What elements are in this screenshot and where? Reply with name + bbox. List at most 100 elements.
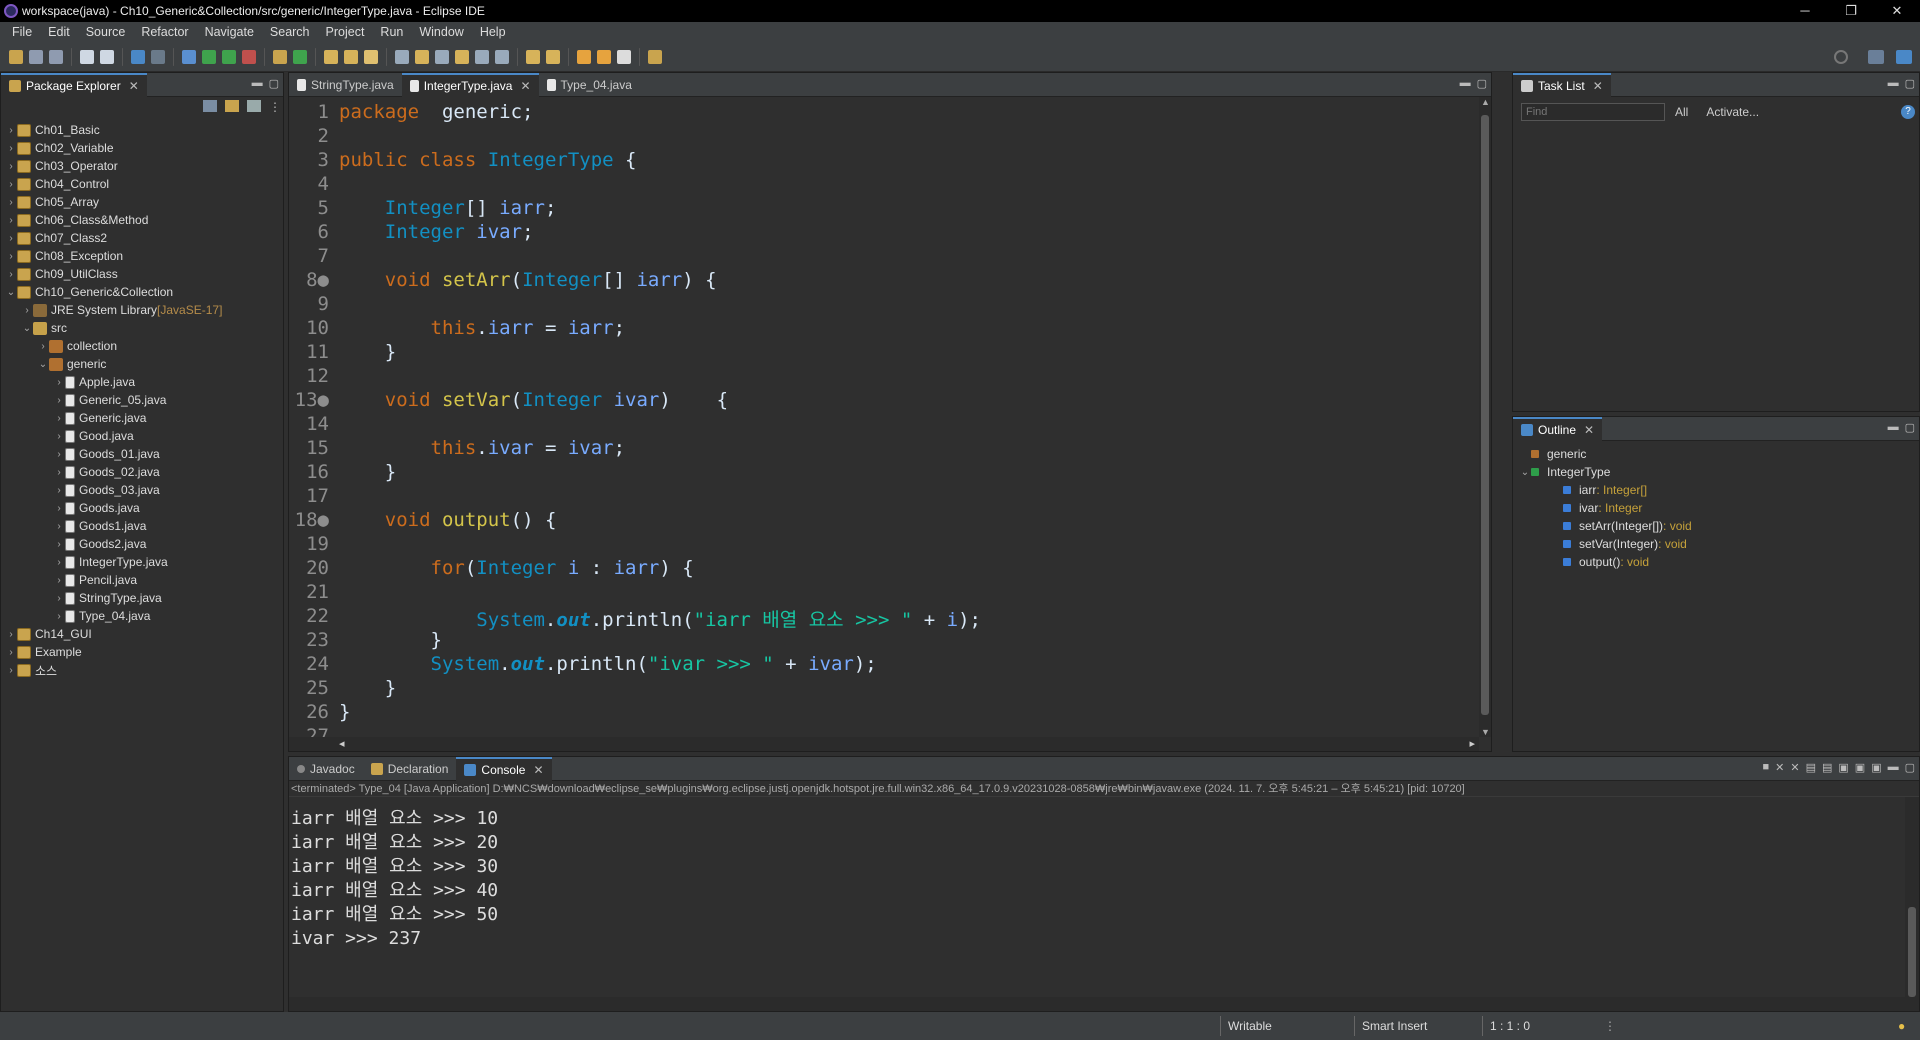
status-cursor-position[interactable]: 1 : 1 : 0 xyxy=(1490,1019,1530,1033)
expand-arrow-icon[interactable]: › xyxy=(53,557,65,568)
expand-arrow-icon[interactable]: › xyxy=(37,341,49,352)
tree-item[interactable]: › 소스 xyxy=(1,661,283,679)
task-activate-link[interactable]: Activate... xyxy=(1706,105,1759,119)
menu-help[interactable]: Help xyxy=(472,25,514,39)
open-type-icon[interactable] xyxy=(324,49,338,64)
outline-item[interactable]: output() : void xyxy=(1513,553,1919,571)
code-line[interactable]: void setVar(Integer ivar) { xyxy=(339,389,728,411)
maximize-view-icon[interactable]: ▢ xyxy=(1477,77,1487,90)
save-icon[interactable] xyxy=(29,49,43,64)
expand-arrow-icon[interactable]: › xyxy=(5,143,17,154)
tree-item[interactable]: › Ch04_Control xyxy=(1,175,283,193)
code-line[interactable]: this.iarr = iarr; xyxy=(339,317,626,339)
expand-arrow-icon[interactable]: › xyxy=(5,269,17,280)
expand-arrow-icon[interactable]: › xyxy=(5,251,17,262)
tab-declaration[interactable]: Declaration xyxy=(363,757,457,781)
run-icon[interactable] xyxy=(202,49,216,64)
status-insert-mode[interactable]: Smart Insert xyxy=(1362,1019,1427,1033)
maximize-view-icon[interactable]: ▢ xyxy=(269,77,279,90)
minimize-view-icon[interactable]: ▬ xyxy=(1460,77,1471,90)
tree-item[interactable]: › Ch06_Class&Method xyxy=(1,211,283,229)
scroll-right-icon[interactable]: ▸ xyxy=(1469,737,1475,750)
tree-item[interactable]: › Goods_01.java xyxy=(1,445,283,463)
search-icon[interactable] xyxy=(1834,50,1848,64)
word-wrap-icon[interactable]: ▤ xyxy=(1822,761,1832,774)
highlight-icon[interactable] xyxy=(415,49,429,64)
editor-horizontal-scrollbar[interactable]: ◂ ▸ xyxy=(289,737,1479,751)
tree-item[interactable]: › Goods.java xyxy=(1,499,283,517)
tree-item[interactable]: › collection xyxy=(1,337,283,355)
minimize-view-icon[interactable]: ▬ xyxy=(252,77,263,90)
tab-package-explorer[interactable]: Package Explorer ✕ xyxy=(1,72,147,97)
coverage-icon[interactable] xyxy=(222,49,236,64)
menu-run[interactable]: Run xyxy=(372,25,411,39)
menu-project[interactable]: Project xyxy=(318,25,373,39)
undo-icon[interactable] xyxy=(80,49,94,64)
scroll-thumb[interactable] xyxy=(1908,907,1916,997)
expand-arrow-icon[interactable]: › xyxy=(53,575,65,586)
expand-arrow-icon[interactable]: › xyxy=(53,449,65,460)
close-icon[interactable]: ✕ xyxy=(1584,423,1594,437)
close-icon[interactable]: ✕ xyxy=(533,763,543,777)
scroll-left-icon[interactable]: ◂ xyxy=(339,737,345,750)
tree-item[interactable]: › JRE System Library [JavaSE-17] xyxy=(1,301,283,319)
menu-refactor[interactable]: Refactor xyxy=(133,25,196,39)
tree-item[interactable]: › Apple.java xyxy=(1,373,283,391)
skip-breakpoints-icon[interactable] xyxy=(151,49,165,64)
tree-item[interactable]: › Ch01_Basic xyxy=(1,121,283,139)
close-icon[interactable]: ✕ xyxy=(129,79,139,93)
console-vertical-scrollbar[interactable] xyxy=(1905,797,1919,997)
collapse-all-icon[interactable] xyxy=(203,100,217,112)
code-editor[interactable]: 1 package generic; 2 3 public class IntegerT… xyxy=(289,97,1479,737)
terminate-icon[interactable]: ■ xyxy=(1762,761,1769,774)
code-line[interactable]: package generic; xyxy=(339,101,533,123)
outline-item[interactable]: ⌄ IntegerType xyxy=(1513,463,1919,481)
minimize-view-icon[interactable]: ▬ xyxy=(1888,761,1899,774)
code-line[interactable]: Integer ivar; xyxy=(339,221,534,243)
tree-item[interactable]: › Ch03_Operator xyxy=(1,157,283,175)
expand-arrow-icon[interactable]: › xyxy=(53,539,65,550)
tree-item[interactable]: › Ch05_Array xyxy=(1,193,283,211)
tree-item[interactable]: › Ch08_Exception xyxy=(1,247,283,265)
expand-arrow-icon[interactable]: › xyxy=(53,611,65,622)
expand-arrow-icon[interactable]: › xyxy=(5,161,17,172)
expand-arrow-icon[interactable]: › xyxy=(53,377,65,388)
tree-item[interactable]: › IntegerType.java xyxy=(1,553,283,571)
console-horizontal-scrollbar[interactable] xyxy=(289,997,1919,1011)
toggle-mark-occurrences-icon[interactable] xyxy=(395,49,409,64)
menu-edit[interactable]: Edit xyxy=(40,25,78,39)
expand-arrow-icon[interactable]: › xyxy=(53,503,65,514)
close-icon[interactable]: ✕ xyxy=(520,79,530,93)
tree-item[interactable]: › Ch09_UtilClass xyxy=(1,265,283,283)
tree-item[interactable]: › Ch07_Class2 xyxy=(1,229,283,247)
tree-item[interactable]: › Goods1.java xyxy=(1,517,283,535)
debug-icon[interactable] xyxy=(182,49,196,64)
code-line[interactable]: } xyxy=(339,341,396,363)
tree-item[interactable]: ⌄ Ch10_Generic&Collection xyxy=(1,283,283,301)
link-with-editor-icon[interactable] xyxy=(225,100,239,112)
expand-arrow-icon[interactable]: › xyxy=(53,521,65,532)
outline-item[interactable]: iarr : Integer[] xyxy=(1513,481,1919,499)
expand-arrow-icon[interactable]: › xyxy=(5,233,17,244)
tree-item[interactable]: › Ch14_GUI xyxy=(1,625,283,643)
forward-icon[interactable] xyxy=(617,49,631,64)
close-button[interactable]: ✕ xyxy=(1874,0,1920,22)
paragraph-icon[interactable] xyxy=(495,49,509,64)
minimize-view-icon[interactable]: ▬ xyxy=(1888,421,1899,434)
pin-editor-icon[interactable] xyxy=(648,49,662,64)
tips-icon[interactable]: ● xyxy=(1898,1019,1905,1033)
menu-navigate[interactable]: Navigate xyxy=(197,25,262,39)
expand-arrow-icon[interactable]: ⌄ xyxy=(5,287,17,298)
filter-icon[interactable] xyxy=(247,100,261,112)
menu-search[interactable]: Search xyxy=(262,25,318,39)
tree-item[interactable]: ⌄ src xyxy=(1,319,283,337)
expand-arrow-icon[interactable]: ⌄ xyxy=(37,359,49,370)
expand-arrow-icon[interactable]: › xyxy=(5,629,17,640)
expand-arrow-icon[interactable]: › xyxy=(5,215,17,226)
tree-item[interactable]: › Type_04.java xyxy=(1,607,283,625)
word-wrap-icon[interactable] xyxy=(455,49,469,64)
tree-item[interactable]: › Good.java xyxy=(1,427,283,445)
prev-annotation-icon[interactable] xyxy=(546,49,560,64)
open-console-icon[interactable]: ▣ xyxy=(1871,761,1881,774)
maximize-button[interactable]: ❐ xyxy=(1828,0,1874,22)
